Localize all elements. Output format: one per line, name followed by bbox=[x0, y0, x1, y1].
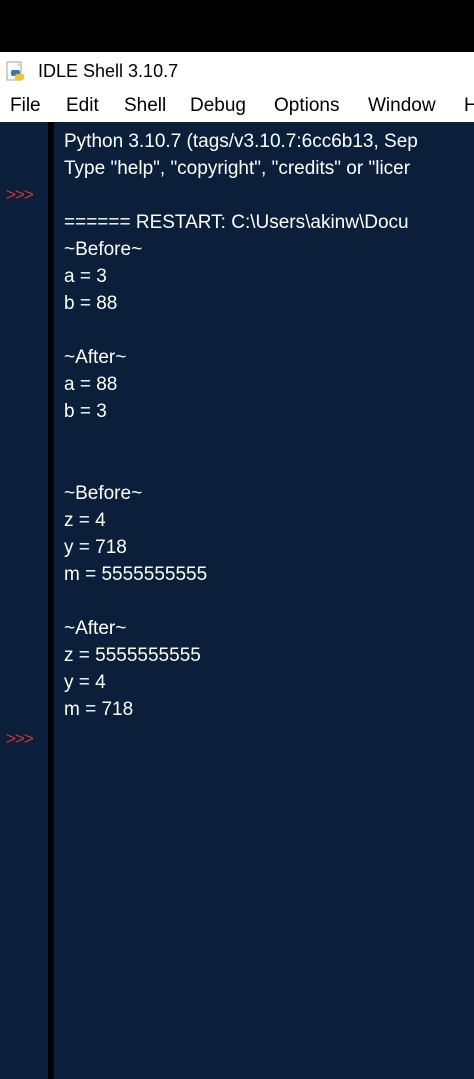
shell-text[interactable]: Python 3.10.7 (tags/v3.10.7:6cc6b13, Sep… bbox=[64, 122, 474, 1079]
menu-bar: File Edit Shell Debug Options Window H bbox=[0, 90, 474, 122]
output-line: y = 718 bbox=[64, 537, 127, 558]
window-titlebar: IDLE Shell 3.10.7 bbox=[0, 52, 474, 90]
output-line: z = 5555555555 bbox=[64, 645, 201, 666]
output-line: m = 5555555555 bbox=[64, 564, 208, 585]
python-idle-icon bbox=[6, 61, 24, 81]
restart-line: ====== RESTART: C:\Users\akinw\Docu bbox=[64, 212, 409, 233]
output-line: ~Before~ bbox=[64, 239, 143, 260]
output-line: ~Before~ bbox=[64, 483, 143, 504]
gutter-divider bbox=[48, 122, 54, 1079]
output-line: m = 718 bbox=[64, 699, 134, 720]
prompt-marker: >>> bbox=[6, 185, 34, 204]
output-line: z = 4 bbox=[64, 510, 106, 531]
prompt-marker: >>> bbox=[6, 729, 34, 748]
menu-file[interactable]: File bbox=[10, 95, 41, 117]
banner-line: Type "help", "copyright", "credits" or "… bbox=[64, 158, 411, 179]
output-line: b = 88 bbox=[64, 293, 118, 314]
output-line: a = 88 bbox=[64, 374, 118, 395]
menu-debug[interactable]: Debug bbox=[190, 95, 246, 117]
top-black-bar bbox=[0, 0, 474, 52]
menu-edit[interactable]: Edit bbox=[66, 95, 99, 117]
prompt-gutter: >>> >>> bbox=[0, 122, 48, 1079]
output-line: y = 4 bbox=[64, 672, 106, 693]
output-line: ~After~ bbox=[64, 618, 127, 639]
menu-shell[interactable]: Shell bbox=[124, 95, 166, 117]
window-title: IDLE Shell 3.10.7 bbox=[38, 61, 179, 81]
banner-line: Python 3.10.7 (tags/v3.10.7:6cc6b13, Sep bbox=[64, 131, 418, 152]
output-line: ~After~ bbox=[64, 347, 127, 368]
menu-options[interactable]: Options bbox=[274, 95, 339, 117]
menu-window[interactable]: Window bbox=[368, 95, 436, 117]
menu-help[interactable]: H bbox=[464, 95, 474, 117]
output-line: b = 3 bbox=[64, 401, 107, 422]
output-line: a = 3 bbox=[64, 266, 107, 287]
shell-output-area[interactable]: >>> >>> Python 3.10.7 (tags/v3.10.7:6cc6… bbox=[0, 122, 474, 1079]
